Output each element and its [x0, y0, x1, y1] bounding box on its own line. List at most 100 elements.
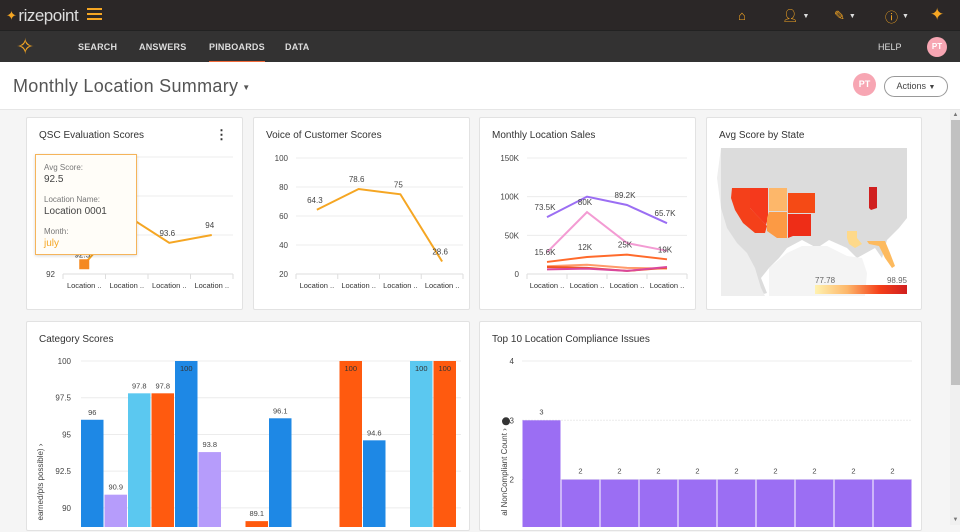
star-logo-icon[interactable]: ✦	[930, 5, 944, 25]
data-label: 2	[851, 467, 855, 476]
scroll-thumb[interactable]	[951, 120, 960, 385]
bar	[81, 419, 104, 527]
caret-down-icon: ▼	[848, 12, 856, 20]
x-tick-label: Location ..	[341, 281, 376, 290]
bar	[363, 440, 386, 527]
bar	[873, 479, 912, 527]
y-tick-label: 150K	[500, 154, 519, 163]
data-label: 2	[695, 467, 699, 476]
x-tick-label: Location ..	[570, 281, 605, 290]
data-label: 15.6K	[535, 248, 557, 257]
actions-button[interactable]: Actions ▼	[884, 76, 948, 97]
user-avatar[interactable]: PT	[927, 37, 947, 57]
data-label: 96	[88, 408, 96, 417]
data-label: 89.1	[249, 509, 264, 518]
y-tick-label: 2	[510, 476, 515, 485]
data-label: 2	[812, 467, 816, 476]
page-title[interactable]: Monthly Location Summary ▼	[13, 76, 251, 97]
scroll-up-icon[interactable]: ▲	[951, 112, 960, 118]
star-logo-icon: ✦	[6, 8, 17, 23]
tooltip-month-label: Month:	[44, 227, 69, 236]
state-utah[interactable]	[769, 188, 787, 211]
data-label: 2	[656, 467, 660, 476]
user-icon: 👤︎	[782, 8, 799, 23]
page-scrollbar[interactable]: ▲ ▼	[950, 110, 960, 525]
state-new-mexico[interactable]	[788, 214, 811, 238]
nav-logo-icon[interactable]: ✧	[16, 35, 34, 59]
nav-data[interactable]: DATA	[285, 31, 309, 63]
data-label: 89.2K	[615, 191, 637, 200]
bar	[717, 479, 756, 527]
y-tick-label: 100K	[500, 193, 519, 202]
owner-avatar[interactable]: PT	[853, 73, 876, 96]
bar	[639, 479, 678, 527]
caret-down-icon: ▼	[802, 12, 810, 20]
state-indiana[interactable]	[869, 187, 877, 210]
y-tick-label: 100	[58, 357, 72, 366]
brand-logo[interactable]: ✦ rizepoint	[6, 6, 79, 26]
tooltip-month-value: july	[44, 238, 60, 249]
bar	[104, 494, 127, 527]
tooltip-location-label: Location Name:	[44, 195, 101, 204]
x-tick-label: Location ..	[610, 281, 645, 290]
bar	[433, 361, 456, 527]
bar	[561, 479, 600, 527]
x-tick-label: Location ..	[194, 281, 229, 290]
x-tick-label: Location ..	[530, 281, 565, 290]
bar	[198, 452, 221, 527]
state-colorado[interactable]	[788, 193, 815, 213]
caret-down-icon: ▼	[902, 13, 909, 20]
x-tick-label: Location ..	[152, 281, 187, 290]
y-tick-label: 40	[279, 241, 288, 250]
info-icon	[502, 417, 510, 426]
data-label: 96.1	[273, 406, 288, 415]
info-icon: ⓘ	[885, 10, 899, 25]
legend-max: 98.95	[887, 276, 908, 285]
nav-answers[interactable]: ANSWERS	[139, 31, 186, 63]
home-icon[interactable]: ⌂	[738, 8, 746, 23]
y-tick-label: 4	[510, 357, 515, 366]
y-tick-label: 20	[279, 270, 288, 279]
y-tick-label: 3	[510, 416, 515, 425]
y-axis-label: earned/pts possible) ›	[36, 443, 45, 520]
y-tick-label: 95	[62, 430, 71, 439]
data-label: 2	[890, 467, 894, 476]
scroll-down-icon[interactable]: ▼	[951, 517, 960, 523]
data-label: 97.8	[132, 381, 147, 390]
data-label: 93.6	[159, 229, 175, 238]
tooltip-location-value: Location 0001	[44, 206, 107, 217]
y-tick-label: 92.5	[55, 467, 71, 476]
us-map[interactable]: 77.78 98.95	[707, 118, 923, 311]
page-header: Monthly Location Summary ▼ PT Actions ▼	[0, 62, 960, 110]
y-tick-label: 80	[279, 183, 288, 192]
data-label: 93.8	[202, 440, 217, 449]
bar	[834, 479, 873, 527]
data-label: 2	[578, 467, 582, 476]
x-tick-label: Location ..	[383, 281, 418, 290]
nav-help[interactable]: HELP	[878, 31, 902, 63]
nav-pinboards[interactable]: PINBOARDS	[209, 31, 265, 63]
data-label: 2	[734, 467, 738, 476]
voc-chart: 20 40 60 80 100 Location .. Location .. Locatio…	[275, 154, 464, 290]
bar	[339, 361, 362, 527]
data-label: 100	[415, 364, 428, 373]
y-tick-label: 0	[515, 270, 520, 279]
bar	[175, 361, 198, 527]
nav-search[interactable]: SEARCH	[78, 31, 117, 63]
bar	[522, 420, 561, 527]
x-tick-label: Location ..	[425, 281, 460, 290]
info-menu[interactable]: ⓘ ▼	[885, 7, 909, 26]
user-menu[interactable]: 👤︎ ▼	[782, 8, 809, 24]
bar	[151, 393, 174, 527]
edit-menu[interactable]: ✎ ▼	[834, 8, 856, 24]
bar	[128, 393, 151, 527]
data-label: 100	[344, 364, 357, 373]
hamburger-menu-icon[interactable]	[87, 8, 102, 20]
bar	[245, 521, 268, 527]
bar	[410, 361, 433, 527]
y-tick-label: 60	[279, 212, 288, 221]
chart-tooltip: Avg Score: 92.5 Location Name: Location …	[35, 154, 137, 255]
data-label: 94.6	[367, 428, 382, 437]
data-label: 100	[180, 364, 193, 373]
y-tick-label: 90	[62, 504, 71, 513]
